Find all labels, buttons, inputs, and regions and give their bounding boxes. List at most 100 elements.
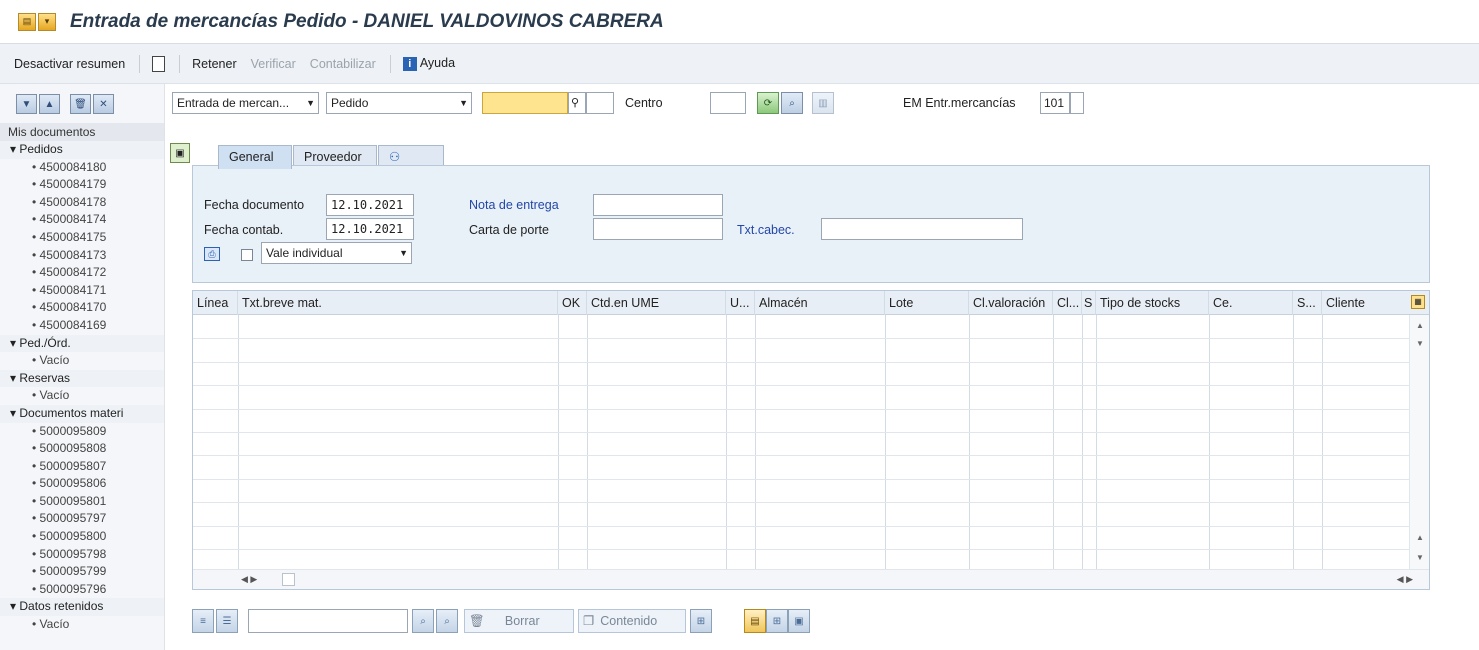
scroll-left-icon[interactable]: ◀ ▶ (241, 574, 257, 585)
barcode-icon[interactable]: ▥ (812, 92, 834, 114)
tree-item[interactable]: • 5000095807 (0, 458, 164, 476)
item-search-input[interactable] (248, 609, 408, 633)
tree-item[interactable]: • 5000095799 (0, 563, 164, 581)
tree-group-datos-retenidos[interactable]: ▾ Datos retenidos (0, 598, 164, 617)
tree-item[interactable]: • 4500084172 (0, 264, 164, 282)
table-row[interactable] (193, 361, 1410, 363)
tree-item[interactable]: • 5000095798 (0, 546, 164, 564)
horizontal-scrollbar[interactable]: ◀ ▶ ◀ ▶ (193, 569, 1429, 589)
select-all-icon[interactable]: ≡ (192, 609, 214, 633)
contabilizar-button[interactable]: Contabilizar (310, 57, 376, 71)
header-toggle-icon[interactable]: ▣ (170, 143, 190, 163)
expand-all-icon[interactable]: ▼ (16, 94, 37, 114)
col-ce[interactable]: Ce. (1209, 291, 1293, 315)
tree-item[interactable]: • 4500084169 (0, 317, 164, 335)
table-row[interactable] (193, 478, 1410, 480)
tree-item[interactable]: • 5000095808 (0, 440, 164, 458)
find-next-icon[interactable]: ⌕ (436, 609, 458, 633)
scroll-right-icon[interactable]: ◀ ▶ (1397, 574, 1413, 585)
deselect-all-icon[interactable]: ☰ (216, 609, 238, 633)
search-help-icon[interactable]: ⚲ (568, 92, 586, 114)
tree-item[interactable]: • 4500084171 (0, 282, 164, 300)
col-linea[interactable]: Línea (193, 291, 238, 315)
tree-item[interactable]: • Vacío (0, 616, 164, 634)
tree-group-documentos-material[interactable]: ▾ Documentos materi (0, 404, 164, 423)
tree-item[interactable]: • 4500084175 (0, 229, 164, 247)
scroll-thumb[interactable] (282, 573, 295, 586)
tree-item[interactable]: • 4500084174 (0, 211, 164, 229)
movement-type-extra[interactable] (1070, 92, 1084, 114)
ayuda-button[interactable]: i Ayuda (402, 56, 455, 71)
borrar-button[interactable]: 🗑 Borrar (464, 609, 574, 633)
tree-item[interactable]: • 4500084178 (0, 194, 164, 212)
scroll-down-icon[interactable]: ▼ (1416, 553, 1424, 562)
tree-group-pedidos[interactable]: ▾ Pedidos (0, 141, 164, 159)
txt-cabec-input[interactable] (821, 218, 1023, 240)
tree-item[interactable]: • 5000095801 (0, 493, 164, 511)
vertical-scrollbar[interactable]: ▲ ▼ ▲ ▼ (1409, 315, 1429, 571)
new-document-icon[interactable] (152, 55, 166, 72)
details-icon[interactable]: ▣ (788, 609, 810, 633)
col-ctd-ume[interactable]: Ctd.en UME (587, 291, 726, 315)
order-item-input[interactable] (586, 92, 614, 114)
col-almacen[interactable]: Almacén (755, 291, 885, 315)
col-cliente[interactable]: Cliente (1322, 291, 1410, 315)
tab-general[interactable]: General (218, 145, 292, 169)
order-number-input[interactable] (482, 92, 568, 114)
carta-porte-input[interactable] (593, 218, 723, 240)
col-cl[interactable]: Cl... (1053, 291, 1082, 315)
scroll-up-icon[interactable]: ▲ (1416, 321, 1424, 330)
tree-item[interactable]: • 4500084170 (0, 299, 164, 317)
menu-icon[interactable]: ▤ (18, 12, 36, 31)
vale-select[interactable]: Vale individual ▼ (261, 242, 412, 264)
col-cl-valoracion[interactable]: Cl.valoración (969, 291, 1053, 315)
table-row[interactable] (193, 408, 1410, 410)
tree-item[interactable]: • Vacío (0, 352, 164, 370)
table-row[interactable] (193, 525, 1410, 527)
tree-item[interactable]: • 5000095796 (0, 581, 164, 599)
col-tipo-stocks[interactable]: Tipo de stocks (1096, 291, 1209, 315)
scroll-down-icon[interactable]: ▼ (1416, 339, 1424, 348)
close-panel-icon[interactable]: ✕ (93, 94, 114, 114)
print-checkbox[interactable] (241, 249, 253, 261)
tree-item[interactable]: • 4500084180 (0, 159, 164, 177)
add-item-icon[interactable]: ⊞ (766, 609, 788, 633)
tree-group-ped-ord[interactable]: ▾ Ped./Órd. (0, 334, 164, 353)
tree-item[interactable]: • Vacío (0, 387, 164, 405)
col-s2[interactable]: S... (1293, 291, 1322, 315)
transaction-select[interactable]: Entrada de mercan... ▼ (172, 92, 319, 114)
collapse-all-icon[interactable]: ▲ (39, 94, 60, 114)
col-ok[interactable]: OK (558, 291, 587, 315)
table-row[interactable] (193, 455, 1410, 457)
tree-item[interactable]: • 4500084173 (0, 247, 164, 265)
tree-item[interactable]: • 5000095809 (0, 423, 164, 441)
contenido-button[interactable]: ❐ Contenido (578, 609, 686, 633)
table-row[interactable] (193, 338, 1410, 340)
dropdown-icon[interactable]: ▾ (38, 12, 56, 31)
tree-item[interactable]: • 5000095797 (0, 510, 164, 528)
tree-item[interactable]: • 4500084179 (0, 176, 164, 194)
scroll-up-icon[interactable]: ▲ (1416, 533, 1424, 542)
movement-type-input[interactable]: 101 (1040, 92, 1070, 114)
table-row[interactable] (193, 502, 1410, 504)
desactivar-resumen-button[interactable]: Desactivar resumen (14, 57, 125, 71)
table-row[interactable] (193, 385, 1410, 387)
reference-select[interactable]: Pedido ▼ (326, 92, 472, 114)
delete-icon[interactable]: 🗑 (70, 94, 91, 114)
execute-icon[interactable]: ⟳ (757, 92, 779, 114)
tree-group-reservas[interactable]: ▾ Reservas (0, 369, 164, 388)
tree-item[interactable]: • 5000095806 (0, 475, 164, 493)
nota-entrega-input[interactable] (593, 194, 723, 216)
find-icon[interactable]: ⌕ (781, 92, 803, 114)
open-icon[interactable]: ▤ (744, 609, 766, 633)
split-icon[interactable]: ⊞ (690, 609, 712, 633)
col-s[interactable]: S (1082, 291, 1096, 315)
table-row[interactable] (193, 432, 1410, 433)
tree-item[interactable]: • 5000095800 (0, 528, 164, 546)
fecha-contab-input[interactable]: 12.10.2021 (326, 218, 414, 240)
column-settings-icon[interactable]: ▦ (1411, 295, 1425, 309)
retener-button[interactable]: Retener (192, 57, 236, 71)
find-icon[interactable]: ⌕ (412, 609, 434, 633)
col-txt-breve[interactable]: Txt.breve mat. (238, 291, 558, 315)
col-u[interactable]: U... (726, 291, 755, 315)
